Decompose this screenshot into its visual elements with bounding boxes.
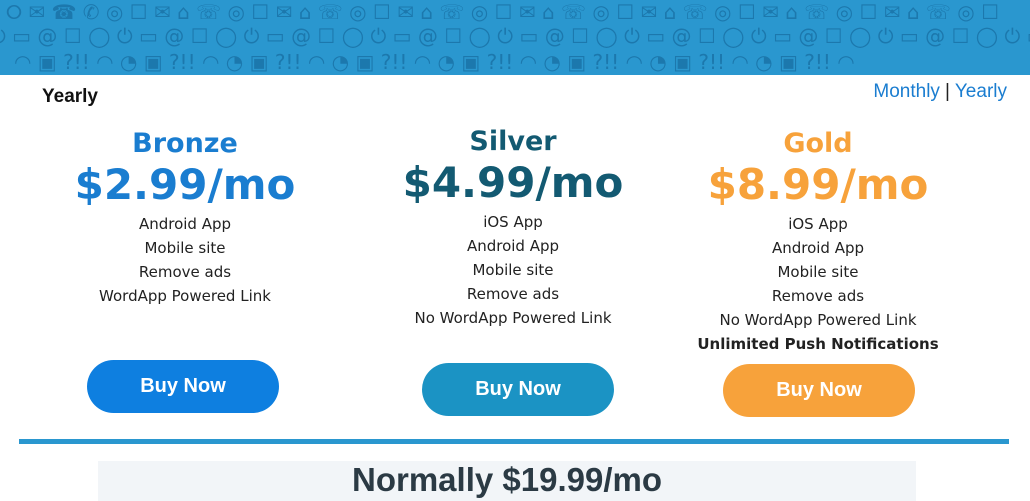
billing-period-heading: Yearly: [42, 86, 98, 107]
billing-toggle: Monthly | Yearly: [873, 81, 1007, 103]
feature-item: Android App: [771, 239, 865, 257]
normal-price-text: Normally $19.99/mo: [352, 461, 662, 498]
feature-item: Android App: [466, 237, 560, 255]
plan-price: $4.99/mo: [402, 158, 624, 207]
normal-price-box: Normally $19.99/mo: [98, 461, 916, 501]
feature-item: Remove ads: [138, 263, 232, 281]
feature-item: No WordApp Powered Link: [414, 309, 612, 327]
banner-pattern: ⭘ ✉ ☎ ✆ ◎ ☐ ✉ ⌂ ☏ ◎ ☐ ✉ ⌂ ☏ ◎ ☐ ✉ ⌂ ☏ ◎ …: [6, 0, 1000, 24]
feature-item: Remove ads: [771, 287, 865, 305]
feature-item-highlight: Unlimited Push Notifications: [697, 335, 939, 353]
feature-list: iOS App Android App Mobile site Remove a…: [668, 212, 968, 356]
gold-buy-now-button[interactable]: Buy Now: [723, 364, 915, 417]
feature-item: Remove ads: [466, 285, 560, 303]
plan-price: $8.99/mo: [707, 160, 929, 209]
banner-pattern-row2: ⏻ ▭ @ ☐ ◯ ⏻ ▭ @ ☐ ◯ ⏻ ▭ @ ☐ ◯ ⏻ ▭ @ ☐ ◯ …: [0, 24, 1030, 48]
rss-icon: ⭘: [6, 0, 22, 24]
banner-pattern-row3: ◠ ▣ ?!! ◠ ◔ ▣ ?!! ◠ ◔ ▣ ?!! ◠ ◔ ▣ ?!! ◠ …: [14, 50, 855, 74]
bronze-buy-now-button[interactable]: Buy Now: [87, 360, 279, 413]
feature-item: WordApp Powered Link: [99, 287, 271, 305]
plan-name: Silver: [469, 126, 557, 157]
plan-bronze: Bronze $2.99/mo Android App Mobile site …: [35, 128, 335, 308]
feature-list: iOS App Android App Mobile site Remove a…: [363, 210, 663, 330]
monthly-link[interactable]: Monthly: [873, 81, 940, 102]
feature-item: iOS App: [788, 215, 848, 233]
plan-silver: Silver $4.99/mo iOS App Android App Mobi…: [363, 126, 663, 330]
feature-item: No WordApp Powered Link: [719, 311, 917, 329]
feature-item: Mobile site: [472, 261, 554, 279]
yearly-link[interactable]: Yearly: [955, 81, 1007, 102]
toggle-separator: |: [944, 81, 950, 102]
plan-name: Gold: [783, 128, 853, 159]
plan-price: $2.99/mo: [74, 160, 296, 209]
header-banner: ⭘ ✉ ☎ ✆ ◎ ☐ ✉ ⌂ ☏ ◎ ☐ ✉ ⌂ ☏ ◎ ☐ ✉ ⌂ ☏ ◎ …: [0, 0, 1030, 75]
feature-item: Android App: [138, 215, 232, 233]
silver-buy-now-button[interactable]: Buy Now: [422, 363, 614, 416]
plan-name: Bronze: [132, 128, 238, 159]
feature-item: Mobile site: [777, 263, 859, 281]
feature-item: Mobile site: [144, 239, 226, 257]
plan-gold: Gold $8.99/mo iOS App Android App Mobile…: [668, 128, 968, 356]
feature-list: Android App Mobile site Remove ads WordA…: [35, 212, 335, 308]
feature-item: iOS App: [483, 213, 543, 231]
section-divider: [19, 439, 1009, 444]
